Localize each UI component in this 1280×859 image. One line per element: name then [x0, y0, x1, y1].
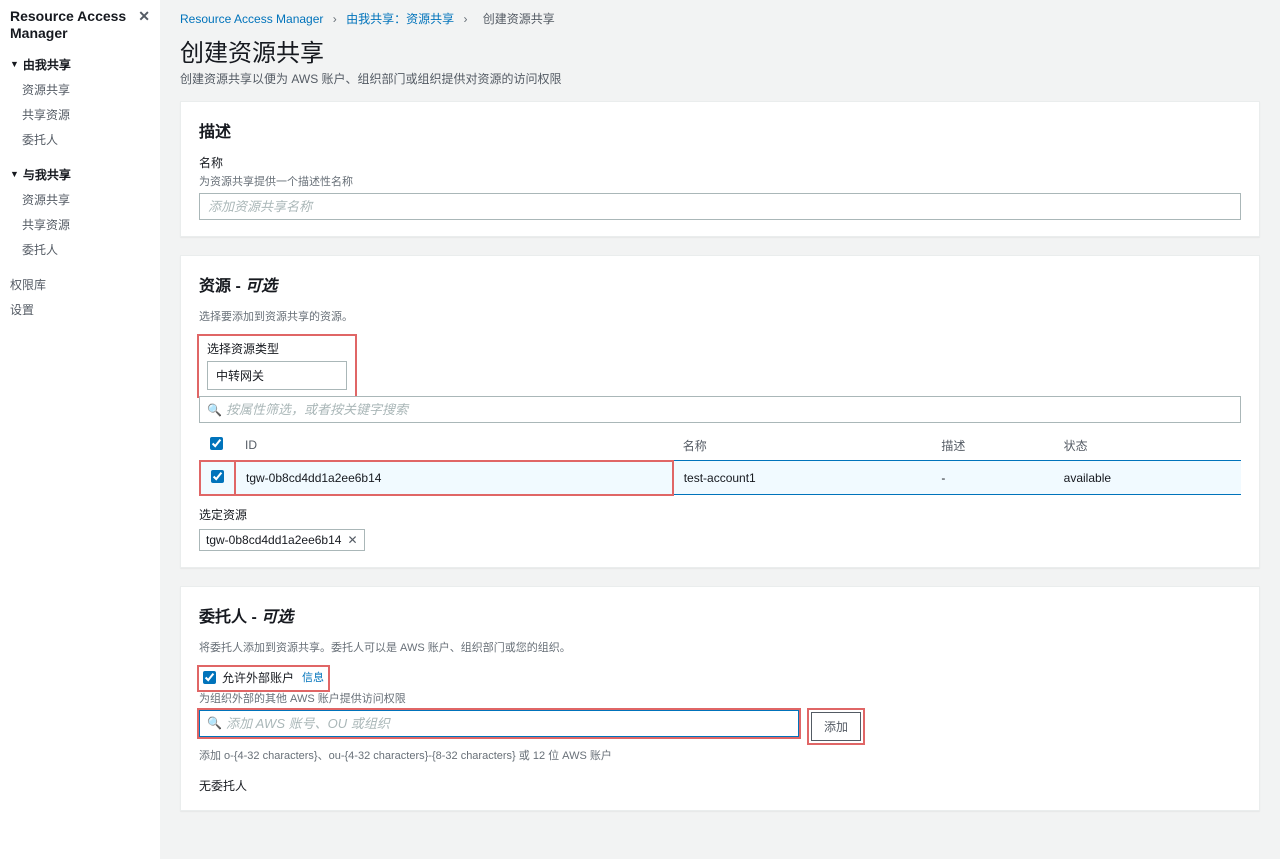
sidebar-item-resource-shares[interactable]: 资源共享 [10, 77, 150, 102]
sidebar-item-resource-shares-2[interactable]: 资源共享 [10, 187, 150, 212]
panel-title: 委托人 - 可选 [199, 603, 1241, 627]
no-principal-text: 无委托人 [199, 777, 1241, 794]
breadcrumb-mid[interactable]: 由我共享：资源共享 [346, 12, 454, 26]
cell-status: available [1054, 461, 1241, 495]
resource-type-select[interactable]: 中转网关 [207, 361, 347, 390]
panel-title-text: 委托人 - [199, 609, 261, 626]
nav-group-label: 由我共享 [23, 56, 71, 73]
row-checkbox[interactable] [211, 470, 224, 483]
selected-resource-chip: tgw-0b8cd4dd1a2ee6b14 ✕ [199, 529, 365, 551]
chevron-right-icon: › [463, 12, 467, 26]
select-all-checkbox[interactable] [210, 437, 223, 450]
breadcrumb: Resource Access Manager › 由我共享：资源共享 › 创建… [180, 10, 1260, 27]
allow-external-checkbox[interactable] [203, 671, 216, 684]
panel-principals: 委托人 - 可选 将委托人添加到资源共享。委托人可以是 AWS 账户、组织部门或… [180, 586, 1260, 811]
principal-input[interactable] [199, 710, 799, 737]
main-content: Resource Access Manager › 由我共享：资源共享 › 创建… [160, 0, 1280, 859]
sidebar-item-principals[interactable]: 委托人 [10, 127, 150, 152]
cell-id: tgw-0b8cd4dd1a2ee6b14 [235, 461, 673, 495]
sidebar-item-principals-2[interactable]: 委托人 [10, 237, 150, 262]
remove-chip-icon[interactable]: ✕ [347, 533, 357, 547]
chevron-right-icon: › [333, 12, 337, 26]
resource-filter-wrap: 🔍 [199, 396, 1241, 423]
name-field-hint: 为资源共享提供一个描述性名称 [199, 173, 1241, 189]
breadcrumb-root[interactable]: Resource Access Manager [180, 12, 323, 26]
caret-down-icon: ▼ [10, 169, 19, 179]
panel-hint: 将委托人添加到资源共享。委托人可以是 AWS 账户、组织部门或您的组织。 [199, 639, 1241, 655]
search-icon: 🔍 [207, 403, 222, 417]
name-input[interactable] [199, 193, 1241, 220]
cell-desc: - [931, 461, 1053, 495]
cell-name: test-account1 [673, 461, 932, 495]
principal-search-wrap: 🔍 [199, 710, 799, 737]
nav-group-header[interactable]: ▼ 与我共享 [10, 162, 150, 187]
sidebar: Resource Access Manager ✕ ▼ 由我共享 资源共享 共享… [0, 0, 160, 859]
sidebar-item-permissions[interactable]: 权限库 [10, 272, 150, 297]
sidebar-title: Resource Access Manager ✕ [10, 8, 150, 42]
resource-filter-input[interactable] [199, 396, 1241, 423]
sidebar-item-settings[interactable]: 设置 [10, 297, 150, 322]
allow-external-label: 允许外部账户 [222, 669, 294, 686]
nav-group-shared-by-me: ▼ 由我共享 资源共享 共享资源 委托人 [10, 52, 150, 152]
panel-title: 描述 [199, 118, 1241, 142]
allow-external-hint: 为组织外部的其他 AWS 账户提供访问权限 [199, 690, 1241, 706]
col-id[interactable]: ID [235, 431, 673, 461]
principal-format-hint: 添加 o-{4-32 characters}、ou-{4-32 characte… [199, 747, 1241, 763]
caret-down-icon: ▼ [10, 59, 19, 69]
nav-extra: 权限库 设置 [10, 272, 150, 322]
table-row[interactable]: tgw-0b8cd4dd1a2ee6b14 test-account1 - av… [200, 461, 1241, 495]
name-field-label: 名称 [199, 154, 1241, 171]
chip-text: tgw-0b8cd4dd1a2ee6b14 [206, 533, 341, 547]
panel-hint: 选择要添加到资源共享的资源。 [199, 308, 1241, 324]
panel-description: 描述 名称 为资源共享提供一个描述性名称 [180, 101, 1260, 237]
page-description: 创建资源共享以便为 AWS 账户、组织部门或组织提供对资源的访问权限 [180, 70, 1260, 87]
nav-group-header[interactable]: ▼ 由我共享 [10, 52, 150, 77]
nav-group-label: 与我共享 [23, 166, 71, 183]
panel-resources: 资源 - 可选 选择要添加到资源共享的资源。 选择资源类型 中转网关 🔍 ID … [180, 255, 1260, 568]
sidebar-title-text: Resource Access Manager [10, 8, 138, 42]
col-desc[interactable]: 描述 [931, 431, 1053, 461]
panel-title: 资源 - 可选 [199, 272, 1241, 296]
sidebar-item-shared-resources[interactable]: 共享资源 [10, 102, 150, 127]
resource-type-label: 选择资源类型 [199, 336, 355, 357]
selected-resources-label: 选定资源 [199, 506, 1241, 523]
breadcrumb-current: 创建资源共享 [483, 12, 555, 26]
nav-group-shared-with-me: ▼ 与我共享 资源共享 共享资源 委托人 [10, 162, 150, 262]
page-title: 创建资源共享 [180, 33, 1260, 68]
panel-title-optional: 可选 [245, 278, 277, 295]
resource-table: ID 名称 描述 状态 tgw-0b8cd4dd1a2ee6b14 test-a… [199, 431, 1241, 496]
col-status[interactable]: 状态 [1054, 431, 1241, 461]
sidebar-item-shared-resources-2[interactable]: 共享资源 [10, 212, 150, 237]
panel-title-optional: 可选 [261, 609, 293, 626]
add-principal-button[interactable]: 添加 [811, 712, 861, 741]
col-name[interactable]: 名称 [673, 431, 932, 461]
allow-external-checkbox-line[interactable]: 允许外部账户 信息 [203, 669, 324, 686]
close-icon[interactable]: ✕ [138, 8, 150, 25]
search-icon: 🔍 [207, 716, 222, 730]
panel-title-text: 资源 - [199, 278, 245, 295]
info-link[interactable]: 信息 [302, 669, 324, 685]
